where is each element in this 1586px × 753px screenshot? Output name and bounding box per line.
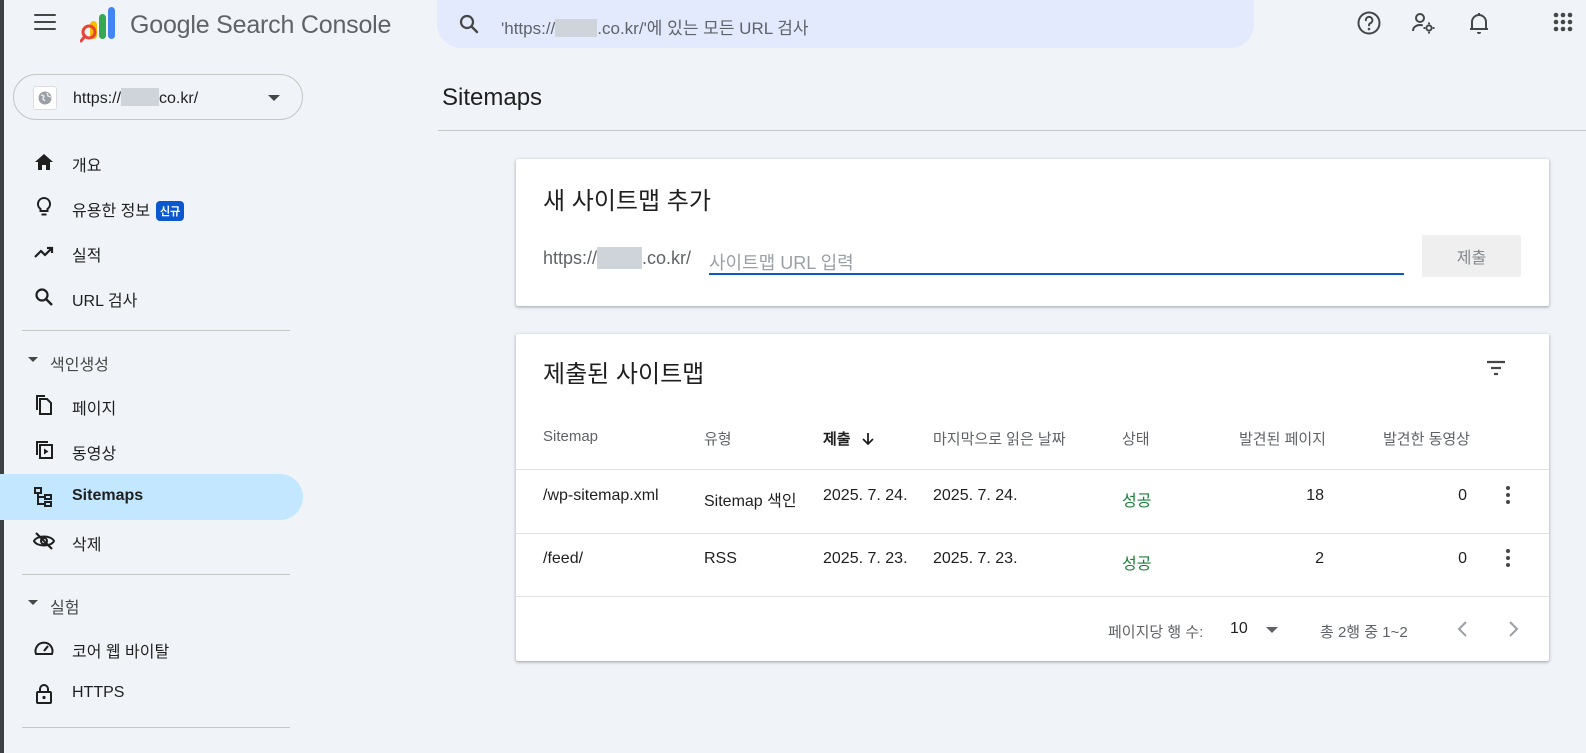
column-header-discovered-videos[interactable]: 발견한 동영상 xyxy=(1383,428,1470,449)
search-icon xyxy=(35,288,53,306)
pagination-range: 총 2행 중 1~2 xyxy=(1320,624,1408,641)
add-sitemap-title: 새 사이트맵 추가 xyxy=(543,188,711,215)
lightbulb-icon xyxy=(36,196,52,216)
lock-icon xyxy=(36,684,52,704)
nav-item-pages[interactable]: 페이지 xyxy=(0,382,303,428)
column-header-type[interactable]: 유형 xyxy=(704,428,732,449)
row-divider xyxy=(516,469,1549,470)
nav-section-indexing[interactable]: 색인생성 xyxy=(26,346,286,374)
nav-divider xyxy=(22,574,290,575)
nav-divider xyxy=(22,330,290,331)
add-sitemap-card: 새 사이트맵 추가 https://.co.kr/ 제출 xyxy=(516,159,1549,306)
manage-users-icon[interactable] xyxy=(1410,10,1436,36)
video-pages-icon xyxy=(36,441,53,459)
collapse-arrow-icon xyxy=(28,357,38,362)
nav-item-removals[interactable]: 삭제 xyxy=(0,518,303,564)
property-selector[interactable]: https://co.kr/ xyxy=(13,74,303,120)
more-options-icon[interactable] xyxy=(1505,549,1511,569)
nav-item-performance[interactable]: 실적 xyxy=(0,229,303,275)
nav-item-videos[interactable]: 동영상 xyxy=(0,427,303,473)
collapse-arrow-icon xyxy=(28,600,38,605)
chevron-right-icon[interactable] xyxy=(1501,617,1525,641)
column-header-submitted[interactable]: 제출 xyxy=(823,428,875,449)
column-header-discovered-pages[interactable]: 발견된 페이지 xyxy=(1239,428,1326,449)
search-console-logo-icon xyxy=(80,7,115,43)
nav-item-core-web-vitals[interactable]: 코어 웹 바이탈 xyxy=(0,625,303,671)
submit-button[interactable]: 제출 xyxy=(1422,235,1521,277)
arrow-down-icon xyxy=(862,433,874,446)
column-header-status[interactable]: 상태 xyxy=(1122,428,1150,449)
property-url: https://co.kr/ xyxy=(73,88,199,107)
search-icon xyxy=(459,14,479,34)
chevron-down-icon xyxy=(268,95,280,101)
row-divider xyxy=(516,533,1549,534)
sitemap-url-input[interactable] xyxy=(709,251,1404,275)
speed-gauge-icon xyxy=(34,641,54,655)
url-inspection-search[interactable]: 'https://.co.kr/'에 있는 모든 URL 검사 xyxy=(437,0,1254,48)
main-menu-icon[interactable] xyxy=(34,14,56,32)
search-placeholder: 'https://.co.kr/'에 있는 모든 URL 검사 xyxy=(501,19,809,38)
pages-icon xyxy=(36,395,52,415)
rows-per-page-select[interactable]: 10 xyxy=(1230,620,1248,638)
home-icon xyxy=(35,154,53,170)
globe-icon xyxy=(33,86,57,110)
notifications-icon[interactable] xyxy=(1466,10,1492,36)
nav-item-insights[interactable]: 유용한 정보 신규 xyxy=(0,184,303,230)
help-icon[interactable] xyxy=(1356,10,1382,36)
new-badge: 신규 xyxy=(156,201,185,221)
column-header-sitemap[interactable]: Sitemap xyxy=(543,428,598,445)
trending-up-icon xyxy=(34,246,54,258)
chevron-left-icon[interactable] xyxy=(1451,617,1475,641)
app-title: Google Search Console xyxy=(130,11,392,39)
nav-section-experience[interactable]: 실험 xyxy=(26,589,286,617)
sitemap-icon xyxy=(34,487,52,507)
status-badge: 성공 xyxy=(1122,493,1152,510)
nav-item-sitemaps[interactable]: Sitemaps xyxy=(0,474,303,520)
row-divider xyxy=(516,596,1549,597)
page-title: Sitemaps xyxy=(442,84,543,111)
submitted-sitemaps-card: 제출된 사이트맵 Sitemap 유형 제출 마지막으로 읽은 날짜 상태 발견… xyxy=(516,334,1549,661)
more-options-icon[interactable] xyxy=(1505,486,1511,506)
chevron-down-icon[interactable] xyxy=(1266,627,1278,633)
nav-item-url-inspection[interactable]: URL 검사 xyxy=(0,274,303,320)
filter-icon[interactable] xyxy=(1484,356,1508,380)
rows-per-page-label: 페이지당 행 수: xyxy=(1108,624,1204,641)
column-header-last-read[interactable]: 마지막으로 읽은 날짜 xyxy=(933,428,1066,449)
nav-item-https[interactable]: HTTPS xyxy=(0,671,303,717)
nav-item-overview[interactable]: 개요 xyxy=(0,139,303,185)
visibility-off-icon xyxy=(32,532,56,550)
nav-divider xyxy=(22,727,290,728)
sitemap-url-prefix: https://.co.kr/ xyxy=(543,247,692,269)
submitted-sitemaps-title: 제출된 사이트맵 xyxy=(543,361,705,388)
title-divider xyxy=(438,130,1586,131)
status-badge: 성공 xyxy=(1122,556,1152,573)
apps-icon[interactable] xyxy=(1552,10,1582,36)
